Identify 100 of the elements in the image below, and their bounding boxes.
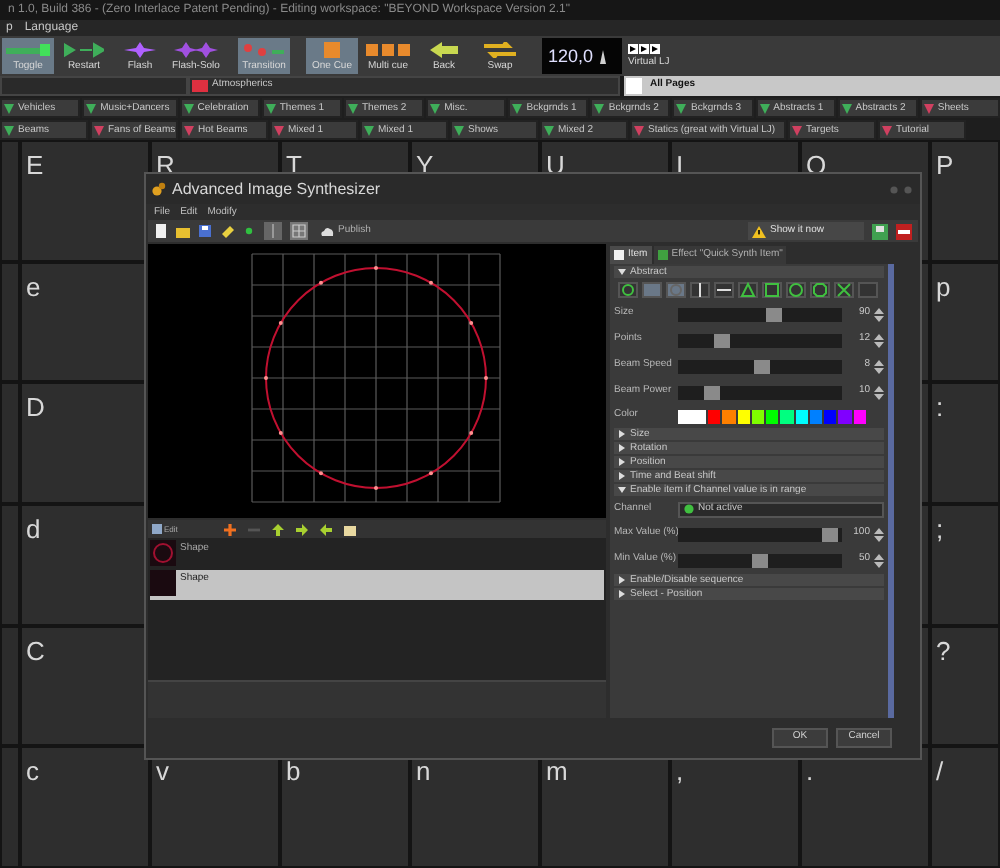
color-swatch[interactable]: [853, 409, 866, 423]
toolbar-button[interactable]: [872, 223, 888, 239]
cue-cell[interactable]: C: [20, 625, 150, 747]
color-swatch[interactable]: [751, 409, 765, 423]
cue-cell[interactable]: [0, 382, 20, 504]
page-swatch-icon: [192, 80, 208, 92]
cue-cell[interactable]: [0, 261, 20, 383]
spin-arrows-icon: [874, 333, 884, 347]
color-swatch[interactable]: [722, 409, 736, 423]
squares-icon: [366, 41, 410, 57]
color-swatch[interactable]: [838, 409, 852, 423]
toolbar-button[interactable]: [176, 224, 190, 238]
shape-button[interactable]: [810, 282, 830, 298]
shape-thumbnail-icon: [150, 540, 176, 566]
color-swatch[interactable]: [737, 409, 750, 423]
toolbar-button[interactable]: [272, 523, 284, 535]
slider-track[interactable]: [678, 553, 842, 567]
cue-cell[interactable]: [0, 140, 20, 262]
color-swatch[interactable]: [795, 409, 808, 423]
toolbar-button[interactable]: [296, 523, 308, 535]
shape-button[interactable]: [834, 282, 854, 298]
dialog-title: Advanced Image Synthesizer: [172, 177, 381, 201]
save-icon: [872, 223, 888, 239]
status-dot-icon: [684, 504, 694, 514]
color-swatch[interactable]: [766, 409, 779, 423]
cue-key-label: :: [936, 392, 944, 423]
cue-cell[interactable]: P: [930, 140, 1000, 262]
slider-thumb[interactable]: [766, 307, 783, 321]
cue-key-label: p: [936, 271, 951, 302]
slider-thumb[interactable]: [821, 527, 838, 541]
cue-key-label: /: [936, 756, 944, 787]
circle-icon: [788, 282, 804, 298]
spin-arrows-icon: [874, 359, 884, 373]
cue-cell[interactable]: /: [930, 746, 1000, 868]
left-arrow-icon: [320, 523, 332, 535]
cue-key-label: C: [26, 635, 45, 666]
cue-cell[interactable]: e: [20, 261, 150, 383]
shape-button[interactable]: [762, 282, 782, 298]
color-swatch[interactable]: [824, 409, 837, 423]
toolbar-button[interactable]: [220, 224, 234, 238]
slider-track[interactable]: [678, 385, 842, 399]
scrollbar[interactable]: [888, 264, 894, 718]
back-arrow-icon: [430, 41, 458, 57]
remove-button[interactable]: [896, 223, 912, 239]
spin-arrows-icon: [874, 307, 884, 321]
toolbar-button[interactable]: [242, 224, 256, 238]
cue-key-label: n: [416, 756, 431, 787]
cue-cell[interactable]: c: [20, 746, 150, 868]
slider-thumb[interactable]: [703, 385, 720, 399]
cross-icon: [836, 282, 852, 298]
cue-cell[interactable]: [0, 504, 20, 626]
slider-thumb[interactable]: [752, 553, 768, 567]
slider-track[interactable]: [678, 527, 842, 541]
flag-icon: [347, 103, 358, 113]
flag-icon: [882, 125, 892, 135]
toolbar-button[interactable]: [154, 224, 168, 238]
square-icon: [764, 282, 780, 298]
slider-track[interactable]: [678, 307, 842, 321]
cue-cell[interactable]: [0, 625, 20, 747]
toolbar-button[interactable]: [198, 224, 212, 238]
color-swatch[interactable]: [708, 409, 721, 423]
slider-thumb[interactable]: [713, 333, 730, 347]
folder-icon: [176, 224, 190, 238]
synth-app-icon: [152, 182, 166, 196]
cue-key-label: m: [546, 756, 568, 787]
shape-button[interactable]: [618, 282, 638, 298]
swap-icon: [484, 41, 516, 57]
star-icon: [124, 41, 156, 57]
slider-thumb[interactable]: [754, 359, 771, 373]
flag-icon: [183, 103, 194, 113]
cue-cell[interactable]: p: [930, 261, 1000, 383]
cue-cell[interactable]: D: [20, 382, 150, 504]
flag-icon: [4, 103, 14, 113]
shape-button[interactable]: [738, 282, 758, 298]
flag-icon: [544, 125, 554, 135]
shape-button[interactable]: [690, 282, 710, 298]
toolbar-button[interactable]: [320, 523, 332, 535]
toolbar-button[interactable]: [344, 523, 356, 535]
color-swatch[interactable]: [780, 409, 794, 423]
cue-cell[interactable]: ?: [930, 625, 1000, 747]
cue-key-label: ;: [936, 514, 944, 544]
shape-button[interactable]: [714, 282, 734, 298]
flag-icon: [512, 103, 523, 113]
triangle-icon: [740, 282, 756, 298]
slider-track[interactable]: [678, 359, 842, 373]
spin-arrows-icon: [874, 385, 884, 399]
slider-track[interactable]: [678, 333, 842, 347]
cue-cell[interactable]: :: [930, 382, 1000, 504]
right-arrow-icon: [296, 523, 308, 535]
cue-cell[interactable]: ;: [930, 504, 1000, 626]
cue-cell[interactable]: E: [20, 140, 150, 262]
octagon-icon: [812, 282, 828, 298]
color-swatch[interactable]: [678, 409, 706, 423]
cue-cell[interactable]: d: [20, 504, 150, 626]
bpm-value: 120,0: [548, 47, 594, 65]
spin-arrows-icon: [874, 527, 884, 541]
cue-cell[interactable]: [0, 746, 20, 868]
color-swatch[interactable]: [809, 409, 823, 423]
playback-controls-icon: [628, 44, 660, 54]
shape-button[interactable]: [786, 282, 806, 298]
